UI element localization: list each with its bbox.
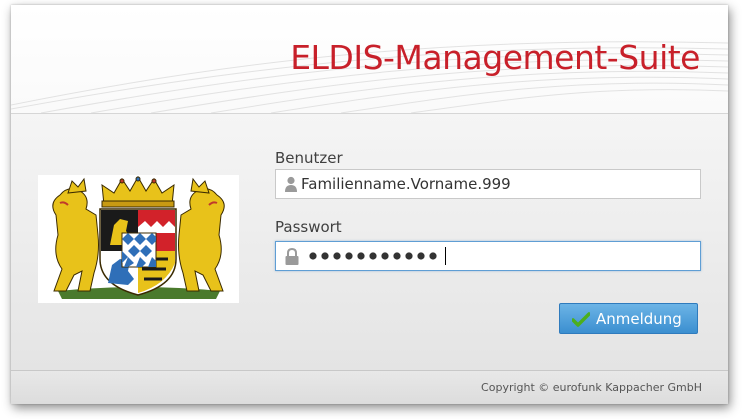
- password-dot: [429, 252, 437, 260]
- app-title: ELDIS-Management-Suite: [290, 38, 700, 77]
- password-dot: [357, 252, 365, 260]
- user-label: Benutzer: [275, 149, 343, 167]
- password-dot: [405, 252, 413, 260]
- copyright-text: Copyright © eurofunk Kappacher GmbH: [481, 381, 702, 394]
- password-dot: [333, 252, 341, 260]
- password-dot: [369, 252, 377, 260]
- password-mask: [309, 252, 437, 260]
- password-field[interactable]: [275, 241, 701, 271]
- checkmark-icon: [571, 312, 591, 331]
- password-dot: [321, 252, 329, 260]
- password-dot: [309, 252, 317, 260]
- login-panel: ELDIS-Management-Suite Benutzer Familien…: [11, 5, 728, 404]
- footer: Copyright © eurofunk Kappacher GmbH: [11, 370, 728, 404]
- login-button[interactable]: Anmeldung: [559, 303, 698, 334]
- header: ELDIS-Management-Suite: [11, 5, 728, 113]
- user-icon: [284, 176, 298, 196]
- password-dot: [381, 252, 389, 260]
- user-field[interactable]: Familienname.Vorname.999: [275, 169, 701, 199]
- password-label: Passwort: [275, 218, 342, 236]
- password-dot: [393, 252, 401, 260]
- lock-icon: [284, 247, 300, 270]
- coat-of-arms-logo: [38, 175, 239, 303]
- user-value: Familienname.Vorname.999: [301, 175, 511, 193]
- login-button-label: Anmeldung: [596, 310, 682, 328]
- text-caret: [445, 247, 446, 265]
- password-dot: [345, 252, 353, 260]
- password-dot: [417, 252, 425, 260]
